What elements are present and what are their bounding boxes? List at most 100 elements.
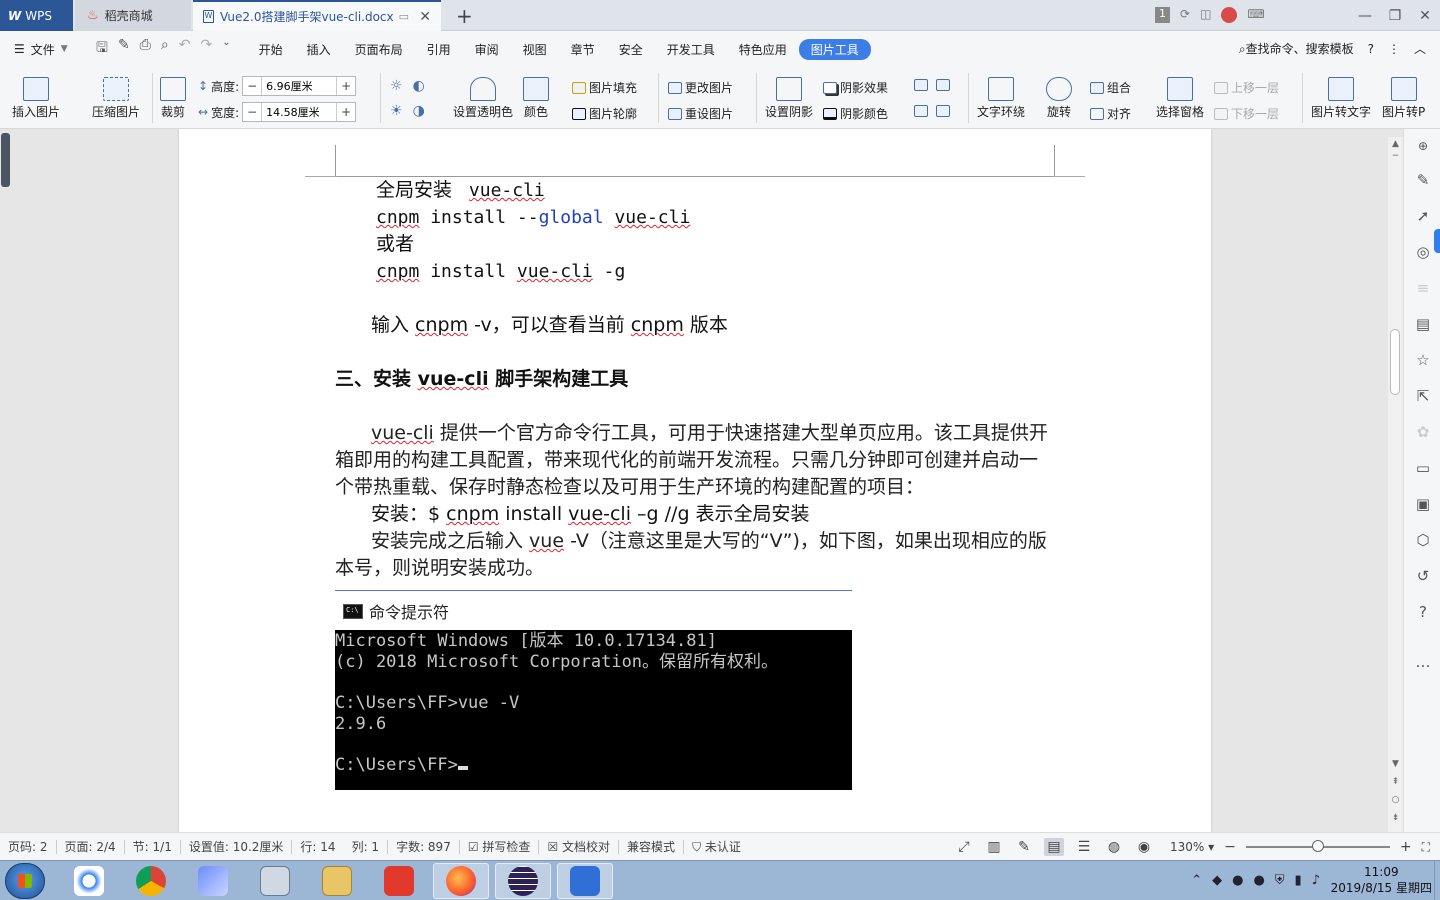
zoom-in-icon[interactable]: + bbox=[1400, 839, 1412, 855]
ai-icon[interactable]: ✿ bbox=[1414, 423, 1432, 441]
nudge-left-icon[interactable] bbox=[914, 79, 928, 94]
status-page[interactable]: 页面: 2/4 bbox=[57, 838, 124, 855]
window-count-badge[interactable]: 1 bbox=[1155, 7, 1170, 23]
text-wrap-button[interactable]: 文字环绕 bbox=[977, 77, 1025, 120]
select-arrow-icon[interactable]: ➚ bbox=[1414, 207, 1432, 225]
restore-icon[interactable]: ❐ bbox=[1380, 8, 1410, 24]
user-avatar-icon[interactable] bbox=[1221, 7, 1238, 23]
write-mode-icon[interactable]: ✎ bbox=[1014, 838, 1034, 856]
compress-picture-button[interactable]: 压缩图片 bbox=[92, 77, 140, 120]
print-preview-icon[interactable]: ⌕ bbox=[161, 37, 169, 61]
nudge-right-icon[interactable] bbox=[936, 79, 950, 94]
menu-review[interactable]: 审阅 bbox=[463, 41, 511, 58]
panel-collapse-icon[interactable]: ⊕ bbox=[1414, 137, 1432, 155]
status-row[interactable]: 行: 14 bbox=[292, 838, 343, 855]
tab-daoke-store[interactable]: ♨ 稻壳商城 bbox=[75, 0, 191, 31]
archive-icon[interactable]: ▭ bbox=[1414, 459, 1432, 477]
menu-security[interactable]: 安全 bbox=[607, 41, 655, 58]
width-increase-button[interactable]: + bbox=[337, 105, 355, 119]
send-backward-button[interactable]: 下移一层 bbox=[1214, 105, 1279, 122]
tab-wps-home[interactable]: W WPS bbox=[0, 0, 73, 31]
rotate-button[interactable]: 旋转 bbox=[1046, 77, 1072, 120]
taskbar-video-player[interactable] bbox=[371, 863, 427, 899]
height-decrease-button[interactable]: − bbox=[243, 79, 261, 93]
panel-tab-indicator[interactable] bbox=[1434, 229, 1440, 253]
float-window-icon[interactable]: ▭ bbox=[399, 10, 409, 23]
height-stepper[interactable]: − + bbox=[242, 76, 357, 96]
certification-button[interactable]: ⛉ 未认证 bbox=[684, 838, 749, 855]
set-shadow-button[interactable]: 设置阴影 bbox=[765, 77, 813, 120]
tab-document[interactable]: W Vue2.0搭建脚手架vue-cli.docx ▭ ✕ bbox=[193, 0, 441, 31]
fullscreen-view-icon[interactable]: ⤢ bbox=[954, 838, 974, 856]
command-search[interactable]: ⌕查找命令、搜索模板 bbox=[1239, 40, 1354, 57]
page-view-icon[interactable]: ▤ bbox=[1043, 838, 1064, 856]
status-word-count[interactable]: 字数: 897 bbox=[388, 838, 459, 855]
menu-page-layout[interactable]: 页面布局 bbox=[343, 41, 415, 58]
insert-picture-button[interactable]: 插入图片 bbox=[12, 77, 60, 120]
scroll-up-line-icon[interactable]: − bbox=[1390, 151, 1401, 161]
taskbar-feishu[interactable] bbox=[185, 863, 241, 899]
brightness-down-icon[interactable]: ☀ bbox=[390, 103, 403, 119]
picture-to-pdf-button[interactable]: 图片转P bbox=[1382, 77, 1425, 120]
navigation-pane-handle[interactable] bbox=[1, 133, 10, 187]
security-shield-icon[interactable]: ⛨ bbox=[1275, 873, 1285, 888]
menu-picture-tools[interactable]: 图片工具 bbox=[798, 38, 871, 60]
help-icon[interactable]: ? bbox=[1368, 42, 1374, 56]
star-icon[interactable]: ☆ bbox=[1414, 351, 1432, 369]
qq-icon[interactable]: ● bbox=[1232, 873, 1243, 888]
document-icon[interactable]: ▤ bbox=[1414, 315, 1432, 333]
scroll-thumb[interactable] bbox=[1390, 329, 1400, 395]
tray-expand-icon[interactable]: ⌃ bbox=[1191, 873, 1202, 888]
menu-insert[interactable]: 插入 bbox=[295, 41, 343, 58]
brightness-up-icon[interactable]: ☼ bbox=[390, 78, 403, 94]
bring-forward-button[interactable]: 上移一层 bbox=[1214, 79, 1279, 96]
nudge-up-icon[interactable] bbox=[914, 105, 928, 120]
file-menu[interactable]: ☰ 文件 ▼ bbox=[0, 41, 92, 58]
taskbar-chrome[interactable] bbox=[123, 863, 179, 899]
height-input[interactable] bbox=[261, 77, 338, 95]
crop-button[interactable]: 裁剪 bbox=[160, 77, 186, 120]
sync-icon[interactable]: ⟳ bbox=[1180, 7, 1190, 23]
reading-view-icon[interactable]: ▥ bbox=[984, 838, 1004, 856]
more-options-icon[interactable]: … bbox=[1414, 653, 1432, 671]
menu-special[interactable]: 特色应用 bbox=[727, 41, 799, 58]
share-icon[interactable]: ⇱ bbox=[1414, 387, 1432, 405]
nudge-down-icon[interactable] bbox=[936, 105, 950, 120]
zoom-level-dropdown[interactable]: 130% ▾ bbox=[1170, 840, 1214, 854]
next-page-icon[interactable]: ⇟ bbox=[1390, 813, 1401, 823]
taskbar-baidu-netdisk[interactable] bbox=[61, 863, 117, 899]
status-setting[interactable]: 设置值: 10.2厘米 bbox=[181, 838, 292, 855]
taskbar-eclipse[interactable] bbox=[495, 863, 551, 899]
menu-references[interactable]: 引用 bbox=[415, 41, 463, 58]
new-tab-button[interactable]: + bbox=[456, 4, 473, 28]
spell-check-button[interactable]: ☑ 拼写检查 bbox=[460, 838, 539, 855]
taskbar-calculator[interactable] bbox=[247, 863, 303, 899]
shapes-icon[interactable]: ◎ bbox=[1414, 243, 1432, 261]
width-stepper[interactable]: − + bbox=[242, 102, 357, 122]
save-icon[interactable]: 🖫 bbox=[96, 37, 108, 61]
customize-icon[interactable]: ⌄ bbox=[222, 37, 230, 61]
edit-pen-icon[interactable]: ✎ bbox=[1414, 171, 1432, 189]
selection-pane-button[interactable]: 选择窗格 bbox=[1156, 77, 1204, 120]
web-view-icon[interactable]: ◍ bbox=[1104, 838, 1124, 856]
status-section[interactable]: 节: 1/1 bbox=[125, 838, 180, 855]
fit-window-icon[interactable]: ⛶ bbox=[1422, 840, 1430, 855]
adjust-icon[interactable]: ≡ bbox=[1414, 279, 1432, 297]
width-decrease-button[interactable]: − bbox=[243, 105, 261, 119]
group-button[interactable]: 组合 bbox=[1090, 79, 1131, 96]
undo-icon[interactable]: ↶ bbox=[179, 37, 191, 61]
scroll-down-icon[interactable]: ▼ bbox=[1390, 759, 1401, 769]
help-circle-icon[interactable]: ? bbox=[1414, 603, 1432, 621]
history-icon[interactable]: ↺ bbox=[1414, 567, 1432, 585]
status-page-code[interactable]: 页码: 2 bbox=[0, 838, 56, 855]
keyboard-icon[interactable]: ⌨ bbox=[1247, 7, 1264, 23]
skin-icon[interactable]: ◫ bbox=[1200, 7, 1211, 23]
prev-page-icon[interactable]: ⇞ bbox=[1390, 777, 1401, 787]
menu-developer[interactable]: 开发工具 bbox=[655, 41, 727, 58]
menu-chapter[interactable]: 章节 bbox=[559, 41, 607, 58]
color-button[interactable]: 颜色 bbox=[523, 77, 549, 120]
contrast-down-icon[interactable]: ◑ bbox=[413, 103, 425, 119]
taskbar-wps-writer[interactable] bbox=[557, 863, 613, 899]
system-clock[interactable]: 11:09 2019/8/15 星期四 bbox=[1331, 864, 1432, 896]
scroll-up-icon[interactable]: ▲ bbox=[1390, 139, 1401, 149]
